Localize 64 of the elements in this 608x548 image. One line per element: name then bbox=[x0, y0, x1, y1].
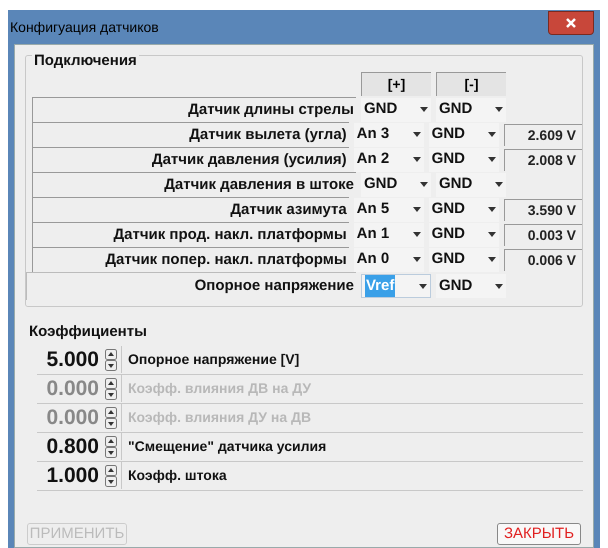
voltage-reading: 2.008 V bbox=[504, 148, 582, 170]
caret-icon bbox=[412, 232, 421, 237]
number-value: 0.000 bbox=[45, 404, 99, 431]
coefficient-label: Коэфф. штока bbox=[121, 462, 583, 489]
sensor-label: Датчик вылета (угла) bbox=[32, 122, 349, 147]
dropdown[interactable]: GND bbox=[361, 172, 431, 196]
spinner-icon[interactable] bbox=[105, 406, 117, 428]
dropdown[interactable]: GND bbox=[361, 98, 431, 122]
column-header: [+] bbox=[361, 72, 431, 96]
caret-icon bbox=[419, 284, 427, 288]
dropdown[interactable]: GND bbox=[436, 98, 506, 122]
dropdown[interactable]: An 1 bbox=[354, 222, 424, 246]
close-button[interactable] bbox=[548, 11, 594, 35]
close-icon bbox=[565, 17, 577, 29]
window-title: Конфигуация датчиков bbox=[10, 18, 159, 37]
caret-icon bbox=[412, 157, 421, 162]
dropdown[interactable]: An 0 bbox=[354, 248, 424, 272]
dropdown[interactable]: An 3 bbox=[354, 122, 424, 146]
sensor-label: Датчик прод. накл. платформы bbox=[32, 222, 349, 247]
sensor-label: Датчик давления (усилия) bbox=[32, 147, 349, 172]
caret-icon bbox=[488, 257, 496, 262]
caret-icon bbox=[412, 132, 421, 137]
spinner-icon[interactable] bbox=[105, 464, 117, 486]
spinner-icon[interactable] bbox=[105, 378, 117, 400]
coefficient-label: Опорное напряжение [V] bbox=[121, 346, 583, 373]
coefficient-label: "Смещение" датчика усилия bbox=[121, 433, 583, 460]
dropdown[interactable]: GND bbox=[428, 148, 499, 172]
dropdown[interactable]: GND bbox=[436, 172, 506, 196]
sensor-label: Датчик длины стрелы bbox=[32, 97, 356, 122]
voltage-reading: 0.006 V bbox=[504, 248, 582, 270]
voltage-reading: 3.590 V bbox=[504, 198, 582, 220]
dropdown[interactable]: An 5 bbox=[354, 198, 424, 222]
spinner-icon[interactable] bbox=[105, 348, 117, 370]
sensor-label: Датчик давления в штоке bbox=[32, 172, 356, 197]
close-button[interactable]: ЗАКРЫТЬ bbox=[497, 523, 581, 545]
caret-icon bbox=[495, 107, 503, 112]
sensor-label: Датчик азимута bbox=[32, 197, 349, 222]
spinner-icon[interactable] bbox=[105, 436, 117, 458]
number-value: 5.000 bbox=[45, 346, 99, 373]
caret-icon bbox=[420, 107, 428, 112]
number-value: 1.000 bbox=[45, 462, 99, 489]
dropdown[interactable]: GND bbox=[428, 248, 499, 272]
dropdown[interactable]: GND bbox=[428, 122, 499, 146]
caret-icon bbox=[412, 207, 421, 212]
group-title: Коэффициенты bbox=[28, 322, 148, 342]
dropdown[interactable]: An 2 bbox=[354, 148, 424, 172]
caret-icon bbox=[488, 232, 496, 237]
number-value: 0.000 bbox=[45, 376, 99, 402]
caret-icon bbox=[495, 182, 503, 187]
caret-icon bbox=[495, 284, 503, 288]
dropdown[interactable]: GND bbox=[428, 198, 499, 222]
voltage-reading: 2.609 V bbox=[504, 124, 582, 146]
caret-icon bbox=[412, 257, 421, 262]
sensor-label: Опорное напряжение bbox=[26, 272, 356, 300]
caret-icon bbox=[488, 132, 496, 137]
number-value: 0.800 bbox=[45, 434, 99, 460]
caret-icon bbox=[420, 182, 428, 187]
column-header: [-] bbox=[436, 72, 506, 96]
caret-icon bbox=[488, 157, 496, 162]
voltage-reading: 0.003 V bbox=[504, 224, 582, 246]
caret-icon bbox=[488, 207, 496, 212]
dropdown[interactable]: GND bbox=[428, 222, 499, 246]
sensor-label: Датчик попер. накл. платформы bbox=[32, 247, 349, 272]
dropdown[interactable]: GND bbox=[436, 274, 506, 298]
